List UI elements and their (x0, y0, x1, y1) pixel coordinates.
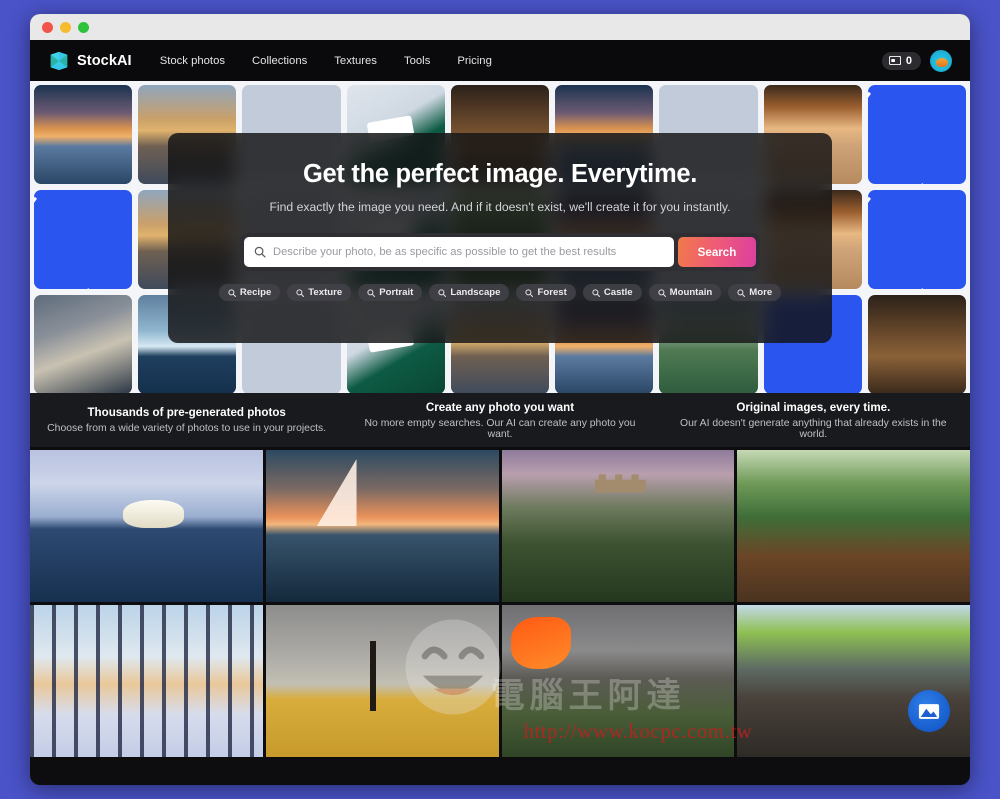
search-icon (296, 288, 305, 297)
chip-forest[interactable]: Forest (516, 284, 576, 301)
search-icon (438, 288, 447, 297)
nav-links: Stock photos Collections Textures Tools … (160, 55, 492, 67)
suggested-filters: Recipe Texture Portrait Landscape Forest… (218, 284, 782, 301)
mosaic-tile (34, 190, 133, 289)
nav-item-textures[interactable]: Textures (334, 55, 377, 67)
search-icon (737, 288, 746, 297)
chip-label: Landscape (450, 287, 501, 298)
gallery-item-erupting-volcano[interactable] (501, 605, 735, 757)
search-icon (658, 288, 666, 297)
mosaic-tile (867, 190, 966, 289)
chip-label: Texture (308, 287, 343, 298)
search-icon (228, 288, 236, 297)
chip-texture[interactable]: Texture (287, 284, 352, 301)
search-icon (592, 288, 600, 297)
brand-logo[interactable]: StockAI (48, 50, 132, 72)
mosaic-tile (867, 295, 966, 393)
page-title: Get the perfect image. Everytime. (302, 160, 697, 188)
chip-label: Castle (603, 287, 633, 298)
nav-item-collections[interactable]: Collections (252, 55, 307, 67)
search-bar: Search (240, 233, 760, 271)
feature-pregenerated: Thousands of pre-generated photos Choose… (30, 406, 343, 434)
feature-original-images: Original images, every time. Our AI does… (657, 401, 970, 440)
browser-window: StockAI Stock photos Collections Texture… (30, 14, 970, 785)
gallery-item-jungle-river[interactable] (737, 450, 970, 602)
search-icon (254, 246, 266, 258)
stockai-logo-icon (48, 50, 70, 72)
nav-right-cluster: 0 (881, 49, 952, 72)
chip-label: Recipe (239, 287, 272, 298)
gallery-item-snowy-forest-sunrise[interactable] (30, 605, 263, 757)
chip-label: Forest (537, 287, 567, 298)
gallery-item-windmills-wheat-field[interactable] (265, 605, 499, 757)
page-subtitle: Find exactly the image you need. And if … (269, 200, 731, 214)
search-button[interactable]: Search (678, 237, 756, 267)
search-field[interactable] (244, 237, 674, 267)
search-icon (525, 288, 534, 297)
hero-overlay-panel: Get the perfect image. Everytime. Find e… (168, 133, 832, 343)
mosaic-tile (34, 295, 133, 393)
main-navbar: StockAI Stock photos Collections Texture… (30, 40, 970, 81)
minimize-window-button[interactable] (60, 21, 71, 33)
brand-name: StockAI (77, 52, 132, 69)
nav-item-tools[interactable]: Tools (404, 55, 430, 67)
chip-castle[interactable]: Castle (582, 284, 642, 301)
credit-card-icon (888, 56, 901, 65)
chip-label: Mountain (669, 287, 713, 298)
gallery-item-hilltop-castle[interactable] (501, 450, 735, 602)
search-icon (367, 288, 376, 297)
maximize-window-button[interactable] (78, 21, 89, 33)
feature-description: Our AI doesn't generate anything that al… (680, 417, 947, 440)
gallery-item-polar-bear-on-ice[interactable] (30, 450, 263, 602)
chip-mountain[interactable]: Mountain (648, 284, 722, 301)
gallery-item-sailboats-at-sunset[interactable] (265, 450, 499, 602)
chip-recipe[interactable]: Recipe (218, 284, 281, 301)
mosaic-tile (867, 85, 966, 184)
feature-title: Create any photo you want (425, 400, 575, 414)
avatar[interactable] (930, 49, 952, 72)
feature-description: No more empty searches. Our AI can creat… (364, 417, 636, 440)
gallery-item-amsterdam-canal[interactable] (737, 605, 970, 757)
window-titlebar (30, 14, 970, 40)
hero-section: Get the perfect image. Everytime. Find e… (30, 81, 970, 393)
feature-create-any-photo: Create any photo you want No more empty … (343, 401, 656, 440)
chip-label: More (749, 287, 773, 298)
feature-description: Choose from a wide variety of photos to … (47, 423, 327, 434)
chip-landscape[interactable]: Landscape (429, 284, 510, 301)
feature-title: Thousands of pre-generated photos (87, 406, 286, 419)
features-strip: Thousands of pre-generated photos Choose… (30, 393, 970, 447)
feature-title: Original images, every time. (736, 400, 891, 414)
mosaic-tile (34, 85, 133, 184)
chip-more[interactable]: More (728, 284, 782, 301)
nav-item-pricing[interactable]: Pricing (457, 55, 492, 67)
chip-label: Portrait (379, 287, 414, 298)
close-window-button[interactable] (42, 21, 53, 33)
search-input[interactable] (273, 246, 664, 258)
chip-portrait[interactable]: Portrait (358, 284, 423, 301)
credits-badge[interactable]: 0 (881, 51, 921, 70)
credits-count: 0 (905, 54, 912, 67)
nav-item-stock-photos[interactable]: Stock photos (160, 55, 225, 67)
photo-gallery: 電腦王阿達 http://www.kocpc.com.tw (30, 447, 970, 757)
